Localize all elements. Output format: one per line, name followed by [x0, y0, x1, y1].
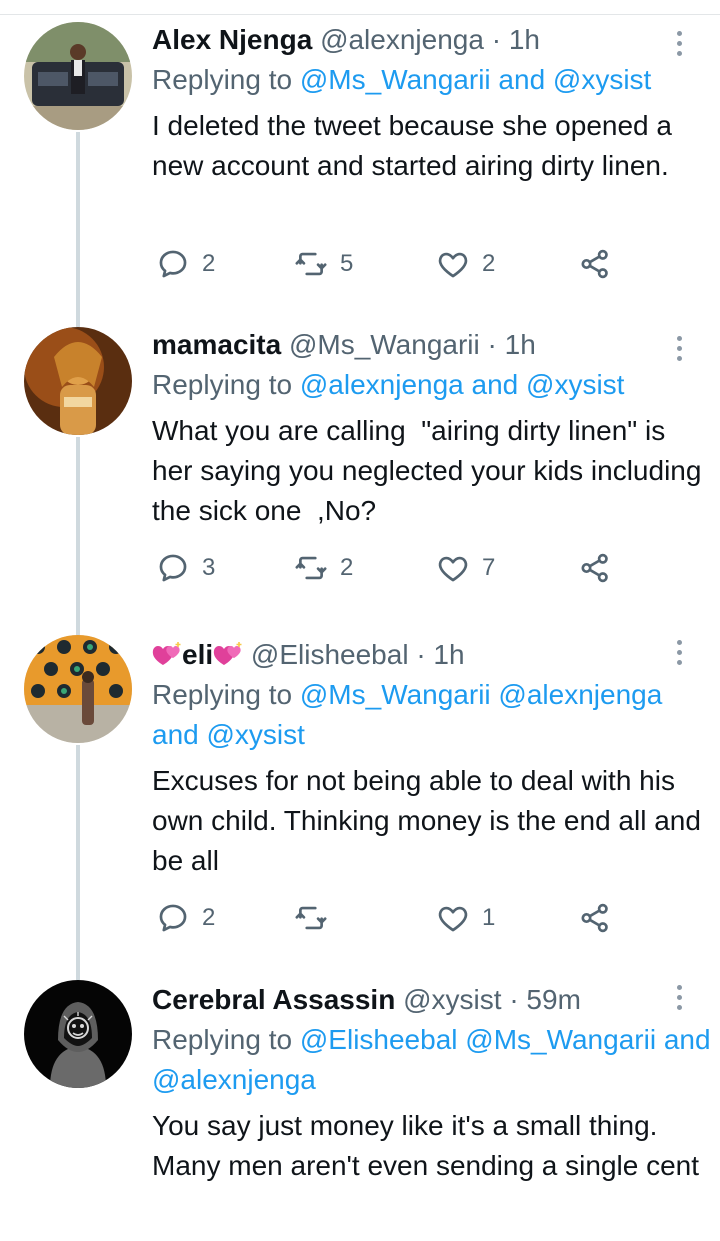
user-handle[interactable]: @xysist	[403, 984, 501, 1015]
heart-icon	[438, 252, 468, 278]
thread-line	[76, 132, 80, 325]
reply-icon	[159, 250, 187, 278]
tweet-header: mamacita @Ms_Wangarii · 1h	[152, 325, 712, 365]
sparkling-heart-icon	[213, 642, 242, 665]
thread-line	[76, 745, 80, 980]
like-button[interactable]: 1	[436, 898, 495, 938]
retweet-count: 2	[340, 554, 354, 581]
retweet-icon	[295, 556, 327, 580]
share-button[interactable]	[578, 548, 612, 588]
tweet-header: Alex Njenga @alexnjenga · 1h	[152, 20, 712, 60]
reply-icon	[159, 554, 187, 582]
replying-mentions[interactable]: @Ms_Wangarii and @xysist	[300, 64, 651, 95]
like-count: 1	[482, 904, 496, 931]
tweet-text: Excuses for not being able to deal with …	[152, 765, 701, 876]
replying-prefix: Replying to	[152, 64, 293, 95]
sparkling-heart-icon	[152, 642, 181, 665]
user-handle[interactable]: @alexnjenga	[320, 24, 484, 55]
reply-button[interactable]: 3	[156, 548, 215, 588]
retweet-button[interactable]: 2	[294, 548, 353, 588]
replying-to: Replying to @Ms_Wangarii @alexnjenga and…	[152, 675, 712, 755]
reply-icon	[159, 904, 187, 932]
top-divider	[0, 0, 720, 15]
action-bar: 3 2 7	[152, 548, 672, 588]
like-count: 7	[482, 554, 496, 581]
heart-icon	[438, 906, 468, 932]
replying-mentions[interactable]: @alexnjenga and @xysist	[300, 369, 625, 400]
more-icon[interactable]	[674, 23, 684, 63]
timestamp[interactable]: · 1h	[488, 329, 536, 360]
avatar[interactable]	[24, 980, 132, 1088]
tweet-text: I deleted the tweet because she opened a…	[152, 110, 672, 181]
display-name[interactable]: mamacita	[152, 329, 281, 360]
timestamp[interactable]: · 1h	[416, 639, 464, 670]
reply-button[interactable]: 2	[156, 898, 215, 938]
timestamp[interactable]: · 59m	[509, 984, 581, 1015]
tweet[interactable]: Cerebral Assassin @xysist · 59m Replying…	[0, 980, 720, 1241]
more-icon[interactable]	[674, 977, 684, 1017]
timestamp[interactable]: · 1h	[492, 24, 540, 55]
share-button[interactable]	[578, 898, 612, 938]
share-icon	[581, 553, 608, 583]
heart-icon	[438, 556, 468, 582]
display-name[interactable]: Alex Njenga	[152, 24, 312, 55]
avatar[interactable]	[24, 635, 132, 743]
retweet-icon	[295, 906, 327, 930]
retweet-button[interactable]	[294, 898, 340, 938]
share-icon	[581, 249, 608, 279]
user-handle[interactable]: @Elisheebal	[251, 639, 409, 670]
avatar[interactable]	[24, 327, 132, 435]
replying-to: Replying to @Elisheebal @Ms_Wangarii and…	[152, 1020, 712, 1100]
like-button[interactable]: 7	[436, 548, 495, 588]
more-icon[interactable]	[674, 632, 684, 672]
tweet[interactable]: Alex Njenga @alexnjenga · 1h Replying to…	[0, 20, 720, 325]
more-icon[interactable]	[674, 328, 684, 368]
retweet-icon	[295, 252, 327, 276]
reply-count: 2	[202, 250, 216, 277]
like-button[interactable]: 2	[436, 244, 495, 284]
replying-prefix: Replying to	[152, 369, 293, 400]
avatar[interactable]	[24, 22, 132, 130]
thread-line	[76, 437, 80, 635]
tweet[interactable]: mamacita @Ms_Wangarii · 1h Replying to @…	[0, 325, 720, 635]
tweet-text: What you are calling "airing dirty linen…	[152, 415, 710, 526]
replying-prefix: Replying to	[152, 1024, 293, 1055]
retweet-count: 5	[340, 250, 354, 277]
like-count: 2	[482, 250, 496, 277]
display-name[interactable]: eli	[182, 639, 213, 670]
tweet-header: eli @Elisheebal · 1h	[152, 635, 712, 675]
reply-button[interactable]: 2	[156, 244, 215, 284]
tweet-header: Cerebral Assassin @xysist · 59m	[152, 980, 712, 1020]
replying-prefix: Replying to	[152, 679, 293, 710]
share-icon	[581, 903, 608, 933]
action-bar: 2 5 2	[152, 244, 672, 284]
action-bar: 2 1	[152, 898, 672, 938]
display-name[interactable]: Cerebral Assassin	[152, 984, 395, 1015]
reply-count: 3	[202, 554, 216, 581]
user-handle[interactable]: @Ms_Wangarii	[289, 329, 480, 360]
replying-to: Replying to @Ms_Wangarii and @xysist	[152, 60, 712, 100]
retweet-button[interactable]: 5	[294, 244, 353, 284]
reply-count: 2	[202, 904, 216, 931]
tweet[interactable]: eli @Elisheebal · 1h Replying to @Ms_Wan…	[0, 635, 720, 980]
share-button[interactable]	[578, 244, 612, 284]
replying-to: Replying to @alexnjenga and @xysist	[152, 365, 712, 405]
tweet-text: You say just money like it's a small thi…	[152, 1110, 700, 1181]
